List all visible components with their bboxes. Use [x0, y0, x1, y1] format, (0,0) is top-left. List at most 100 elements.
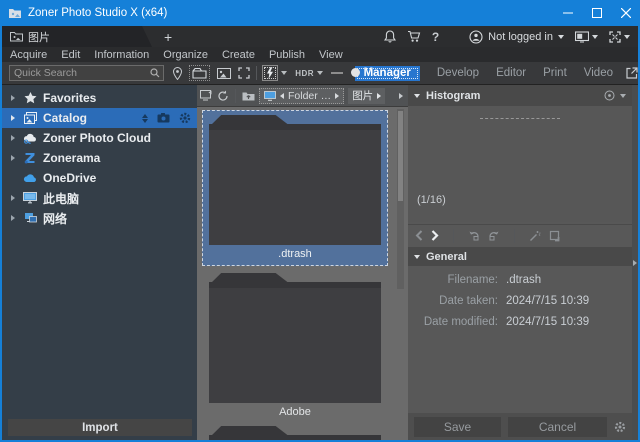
sidebar-item-zonerama[interactable]: Zonerama — [2, 148, 197, 168]
folder-name: Adobe — [202, 403, 388, 420]
save-button[interactable]: Save — [414, 417, 501, 437]
fullscreen-preview-icon[interactable] — [238, 67, 250, 79]
general-header[interactable]: General — [408, 247, 632, 266]
sync-icon[interactable] — [217, 90, 229, 102]
field-date-modified: Date modified: 2024/7/15 10:39 — [408, 314, 632, 330]
hdr-caret-icon[interactable] — [317, 71, 323, 75]
expander-icon[interactable] — [11, 155, 21, 161]
search-input[interactable] — [10, 67, 150, 79]
hdr-label[interactable]: HDR — [295, 69, 314, 78]
close-icon[interactable] — [611, 0, 640, 26]
new-tab-button[interactable]: + — [164, 30, 172, 44]
previous-icon[interactable] — [415, 230, 423, 241]
mode-editor[interactable]: Editor — [496, 67, 526, 79]
maximize-icon[interactable] — [582, 0, 611, 26]
scrollbar-thumb[interactable] — [398, 111, 403, 201]
sort-icon[interactable] — [142, 114, 148, 123]
menu-view[interactable]: View — [319, 49, 343, 61]
sidebar-item-this-pc[interactable]: 此电脑 — [2, 188, 197, 208]
mode-manager[interactable]: Manager — [355, 66, 420, 81]
tab-pictures[interactable]: 图片 — [2, 26, 152, 47]
magic-wand-icon[interactable] — [529, 230, 541, 242]
flash-tool[interactable] — [262, 65, 278, 81]
breadcrumb-overflow-icon[interactable] — [399, 93, 403, 99]
sidebar-item-catalog[interactable]: Catalog — [2, 108, 197, 128]
collapse-section-icon[interactable] — [414, 94, 420, 98]
export-icon[interactable] — [626, 67, 638, 79]
inspector-panel: Histogram (1/16) General — [408, 85, 632, 440]
histogram-display: (1/16) — [408, 106, 632, 222]
crop-frame-icon[interactable] — [549, 230, 561, 242]
rotate-left-icon[interactable] — [468, 230, 480, 241]
panel-collapse-handle[interactable] — [632, 85, 638, 440]
window-controls — [553, 0, 640, 26]
sidebar-item-favorites[interactable]: Favorites — [2, 88, 197, 108]
sidebar-item-zoner-photo-cloud[interactable]: Zoner Photo Cloud — [2, 128, 197, 148]
fullscreen-menu[interactable] — [609, 31, 630, 43]
histogram-header[interactable]: Histogram — [408, 85, 632, 106]
preview-image-icon[interactable] — [217, 68, 231, 79]
cloud-key-icon — [21, 133, 39, 144]
menu-acquire[interactable]: Acquire — [10, 49, 47, 61]
catalog-settings-gear-icon[interactable] — [179, 112, 191, 124]
mode-print[interactable]: Print — [543, 67, 567, 79]
chevron-down-icon[interactable] — [620, 94, 626, 98]
import-button[interactable]: Import — [8, 419, 192, 436]
next-icon[interactable] — [431, 230, 439, 241]
field-date-taken: Date taken: 2024/7/15 10:39 — [408, 293, 632, 309]
account-menu[interactable]: Not logged in — [469, 30, 564, 44]
display-options-menu[interactable] — [575, 31, 598, 43]
expander-icon[interactable] — [11, 95, 21, 101]
selection-counter: (1/16) — [417, 194, 446, 206]
chevron-left-icon[interactable] — [280, 93, 284, 99]
folder-tile-adobe[interactable]: Adobe — [202, 268, 388, 422]
expander-icon[interactable] — [11, 135, 21, 141]
menu-publish[interactable]: Publish — [269, 49, 305, 61]
network-icon — [21, 212, 39, 224]
chevron-right-icon[interactable] — [335, 93, 339, 99]
mode-develop[interactable]: Develop — [437, 67, 479, 79]
browser-view-folder-icon[interactable] — [189, 65, 210, 81]
sidebar-item-network[interactable]: 网络 — [2, 208, 197, 228]
rotate-right-icon[interactable] — [488, 230, 500, 241]
onedrive-cloud-icon — [21, 173, 39, 183]
browser-scrollbar[interactable] — [397, 109, 404, 289]
photo-stack-icon — [21, 112, 39, 124]
expander-icon[interactable] — [11, 115, 21, 121]
catalog-source-icon[interactable] — [157, 113, 170, 123]
notifications-bell-icon[interactable] — [384, 30, 396, 43]
help-icon[interactable]: ? — [432, 30, 439, 44]
expander-icon[interactable] — [11, 195, 21, 201]
folder-tile-partial[interactable] — [202, 422, 388, 440]
breadcrumb-current[interactable]: 图片 — [348, 88, 385, 104]
toolbar: HDR Manager Develop Editor Print Video — [2, 62, 638, 85]
footer-gear-icon[interactable] — [614, 421, 626, 433]
field-value[interactable]: 2024/7/15 10:39 — [506, 293, 589, 309]
menu-edit[interactable]: Edit — [61, 49, 80, 61]
gps-pin-icon[interactable] — [173, 67, 182, 80]
histogram-settings-icon[interactable] — [604, 90, 615, 101]
compare-view-icon[interactable] — [200, 90, 213, 101]
thumbnail-size-slider[interactable] — [331, 72, 343, 74]
folder-icon — [208, 115, 382, 245]
menu-information[interactable]: Information — [94, 49, 149, 61]
slider-thumb[interactable] — [351, 68, 360, 77]
folder-tile-dtrash[interactable]: .dtrash — [202, 110, 388, 266]
flash-caret-icon[interactable] — [281, 71, 287, 75]
sidebar-item-label: OneDrive — [43, 171, 96, 185]
sidebar-item-onedrive[interactable]: OneDrive — [2, 168, 197, 188]
menu-organize[interactable]: Organize — [163, 49, 208, 61]
field-value[interactable]: .dtrash — [506, 272, 541, 288]
cancel-button[interactable]: Cancel — [508, 417, 607, 437]
tab-folder-icon — [10, 31, 23, 42]
field-value[interactable]: 2024/7/15 10:39 — [506, 314, 589, 330]
breadcrumb-parent[interactable]: Folder … — [259, 88, 344, 104]
mode-video[interactable]: Video — [584, 67, 613, 79]
collapse-section-icon[interactable] — [414, 255, 420, 259]
cart-icon[interactable] — [407, 30, 421, 43]
expander-icon[interactable] — [11, 215, 21, 221]
minimize-icon[interactable] — [553, 0, 582, 26]
chevron-right-icon — [377, 93, 381, 99]
menu-create[interactable]: Create — [222, 49, 255, 61]
folder-up-icon[interactable] — [242, 90, 255, 101]
